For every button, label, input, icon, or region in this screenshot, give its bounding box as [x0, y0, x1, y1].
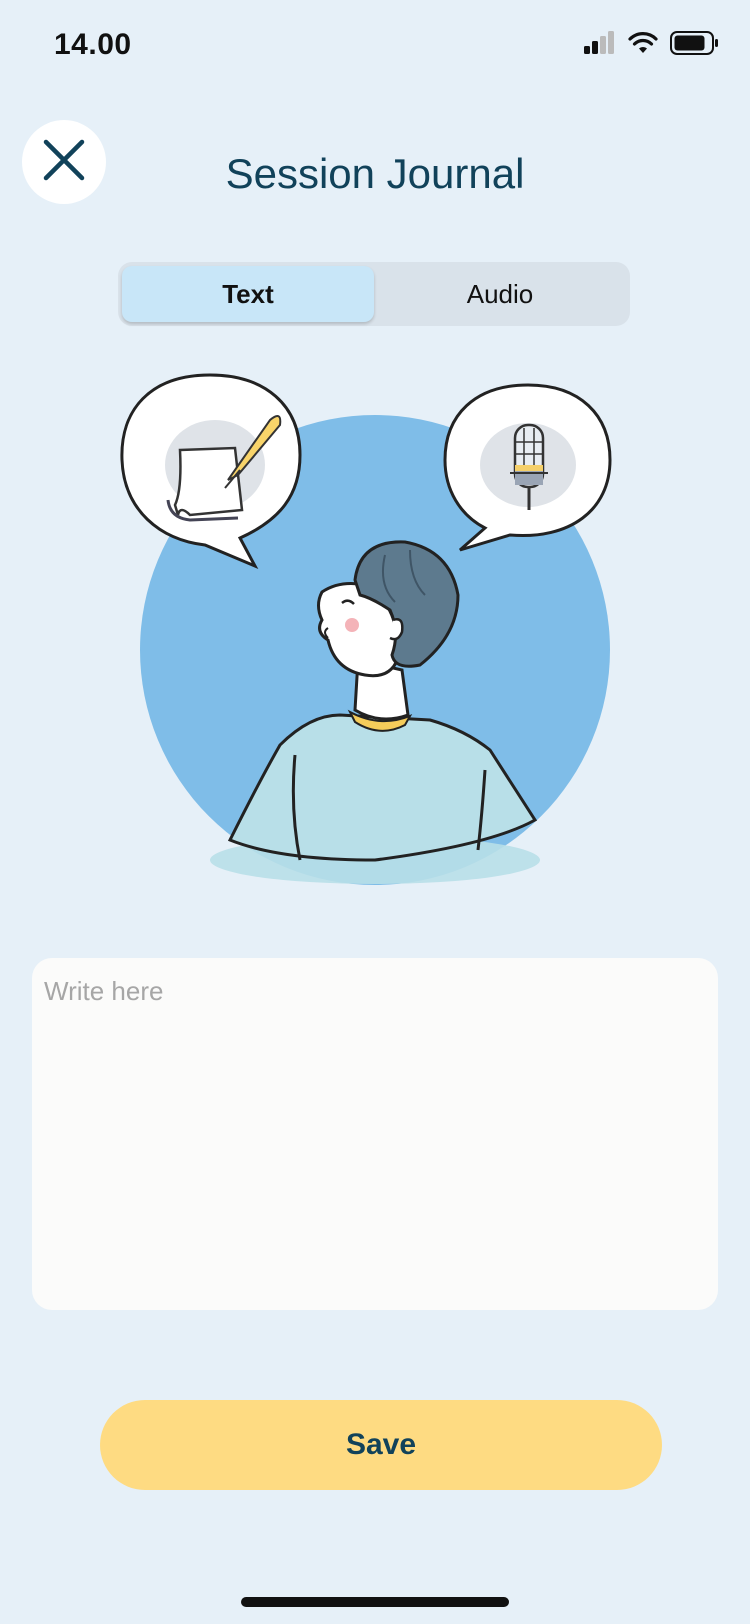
mode-segmented-control: Text Audio	[118, 262, 630, 326]
status-time: 14.00	[54, 28, 132, 61]
page-title: Session Journal	[225, 150, 525, 197]
battery-icon	[670, 30, 720, 61]
tab-audio[interactable]: Audio	[374, 266, 626, 322]
tab-text[interactable]: Text	[122, 266, 374, 322]
journal-illustration	[110, 370, 640, 890]
journal-text-field[interactable]	[32, 958, 718, 1310]
wifi-icon	[628, 31, 658, 60]
home-indicator[interactable]	[241, 1597, 509, 1607]
save-button[interactable]: Save	[100, 1400, 662, 1490]
cellular-signal-icon	[584, 30, 616, 61]
journal-text-input[interactable]	[44, 976, 706, 1292]
status-icons	[584, 30, 720, 61]
status-bar: 14.00	[0, 0, 750, 90]
